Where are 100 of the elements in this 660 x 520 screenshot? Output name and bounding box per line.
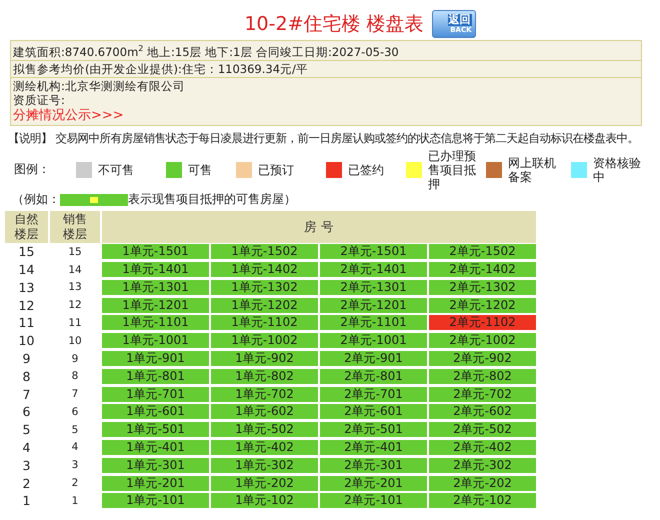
unit-cell[interactable]: 2单元-1401 (320, 262, 427, 278)
unit-cell[interactable]: 2单元-1101 (320, 315, 427, 330)
info-row: 拟售参考均价(由开发企业提供):住宅：110369.34元/平 (11, 60, 641, 78)
unit-cell[interactable]: 2单元-901 (320, 351, 427, 366)
unit-cell[interactable]: 1单元-102 (211, 493, 318, 508)
allocation-link[interactable]: 分摊情况公示>>> (13, 108, 124, 123)
unit-cell[interactable]: 2单元-501 (320, 422, 427, 438)
floor-cell-text: 5 (22, 421, 32, 439)
unit-cell[interactable]: 1单元-1401 (102, 262, 209, 278)
unit-cell[interactable]: 2单元-102 (429, 493, 536, 508)
sale-floor-cell-text: 8 (70, 369, 80, 384)
unit-cell[interactable]: 1单元-802 (211, 368, 318, 384)
unit-cell[interactable]: 1单元-801 (102, 368, 209, 384)
unit-cell[interactable]: 1单元-402 (211, 440, 318, 455)
sale-floor-cell-text: 4 (70, 440, 80, 456)
info-row: 建筑面积:8740.6700m$^{2}$ 地上:15层 地下:1层 合同竣工日期:2027-05-30 (11, 41, 641, 61)
unit-cell[interactable]: 1单元-1402 (211, 262, 318, 278)
unit-cell[interactable]: 2单元-1502 (429, 244, 536, 260)
sale-floor-cell-text: 10 (67, 334, 83, 349)
sale-floor-cell-text: 11 (67, 316, 83, 331)
unit-cell[interactable]: 1单元-901 (102, 351, 209, 366)
unit-cell[interactable]: 2单元-1302 (429, 280, 536, 295)
unit-cell[interactable]: 2单元-202 (429, 476, 536, 491)
column-header: 房 号 (102, 210, 536, 243)
sale-floor-cell-text: 5 (70, 422, 80, 438)
column-header: 自然楼层 (5, 210, 48, 243)
unit-cell[interactable]: 2单元-602 (429, 404, 536, 420)
floor-cell-text: 12 (18, 296, 36, 314)
floor-cell-text: 11 (18, 314, 36, 332)
legend-text: 已预订 (258, 162, 294, 177)
info-line: 测绘机构:北京华测测绘有限公司 (13, 78, 186, 93)
unit-cell[interactable]: 1单元-1201 (102, 298, 209, 313)
unit-cell[interactable]: 2单元-701 (320, 386, 427, 402)
unit-cell[interactable]: 2单元-301 (320, 458, 427, 473)
unit-cell[interactable]: 2单元-302 (429, 458, 536, 473)
sale-floor-cell-text: 12 (67, 298, 83, 314)
unit-cell[interactable]: 2单元-1201 (320, 298, 427, 313)
unit-cell[interactable]: 1单元-1502 (211, 244, 318, 260)
floor-cell-text: 7 (22, 386, 32, 403)
unit-cell[interactable]: 1单元-1002 (211, 333, 318, 348)
example-text: （例如： (12, 191, 60, 208)
unit-cell[interactable]: 1单元-1501 (102, 244, 209, 260)
unit-cell[interactable]: 1单元-302 (211, 458, 318, 473)
unit-cell[interactable]: 1单元-601 (102, 404, 209, 420)
legend-text: 不可售 (98, 162, 134, 177)
unit-cell[interactable]: 2单元-802 (429, 368, 536, 384)
unit-cell[interactable]: 1单元-602 (211, 404, 318, 420)
unit-cell[interactable]: 2单元-1001 (320, 333, 427, 348)
unit-cell[interactable]: 1单元-1302 (211, 280, 318, 295)
page-title: 10-2#住宅楼 楼盘表 (244, 12, 424, 36)
sale-floor-cell-text: 13 (67, 280, 83, 296)
unit-cell[interactable]: 2单元-502 (429, 422, 536, 438)
unit-cell[interactable]: 1单元-902 (211, 351, 318, 366)
unit-cell[interactable]: 1单元-701 (102, 386, 209, 402)
floor-cell-text: 4 (22, 438, 32, 456)
legend-text: 已办理预售项目抵押 (428, 148, 477, 191)
floor-cell-text: 13 (18, 278, 36, 296)
unit-cell[interactable]: 2单元-801 (320, 368, 427, 384)
unit-cell[interactable]: 1单元-1102 (211, 315, 318, 330)
unit-cell[interactable]: 1单元-1101 (102, 315, 209, 330)
sale-floor-cell-text: 15 (67, 244, 83, 260)
floor-cell-text: 6 (22, 403, 32, 421)
legend-text: 可售 (188, 162, 212, 177)
floor-cell-text: 3 (22, 456, 32, 474)
column-header: 销售楼层 (50, 210, 100, 243)
info-line: 资质证号: (13, 92, 66, 107)
unit-cell[interactable]: 2单元-101 (320, 493, 427, 508)
unit-cell[interactable]: 2单元-401 (320, 440, 427, 455)
unit-cell[interactable]: 1单元-502 (211, 422, 318, 438)
unit-cell[interactable]: 2单元-402 (429, 440, 536, 455)
unit-cell[interactable]: 1单元-201 (102, 476, 209, 491)
status-note: 【说明】 交易网中所有房屋销售状态于每日凌晨进行更新，前一日房屋认购或签约的状态信息将于第二天起自动标识在楼盘表中。 (8, 130, 640, 147)
unit-cell[interactable]: 2单元-1301 (320, 280, 427, 295)
unit-cell[interactable]: 2单元-1102 (429, 315, 536, 330)
sale-floor-cell-text: 6 (70, 404, 80, 420)
unit-cell[interactable]: 1单元-1202 (211, 298, 318, 313)
unit-cell[interactable]: 2单元-1501 (320, 244, 427, 260)
floor-cell-text: 14 (18, 261, 36, 278)
legend-text: 资格核验中 (593, 156, 642, 184)
unit-cell[interactable]: 1单元-101 (102, 493, 209, 508)
sale-floor-cell-text: 2 (70, 476, 80, 492)
unit-cell[interactable]: 1单元-401 (102, 440, 209, 455)
unit-cell[interactable]: 1单元-1301 (102, 280, 209, 295)
unit-cell[interactable]: 1单元-1001 (102, 333, 209, 348)
unit-cell[interactable]: 2单元-902 (429, 351, 536, 366)
unit-cell[interactable]: 1单元-301 (102, 458, 209, 473)
sale-floor-cell-text: 9 (70, 352, 80, 366)
unit-cell[interactable]: 1单元-202 (211, 476, 318, 491)
floor-cell-text: 9 (22, 350, 32, 368)
unit-cell[interactable]: 2单元-1202 (429, 298, 536, 313)
floor-cell-text: 1 (22, 492, 32, 510)
unit-cell[interactable]: 2单元-601 (320, 404, 427, 420)
legend-label: 图例： (13, 161, 51, 178)
unit-cell[interactable]: 1单元-501 (102, 422, 209, 438)
sale-floor-cell-text: 1 (70, 494, 80, 509)
unit-cell[interactable]: 2单元-201 (320, 476, 427, 491)
unit-cell[interactable]: 1单元-702 (211, 386, 318, 402)
unit-cell[interactable]: 2单元-1002 (429, 333, 536, 348)
unit-cell[interactable]: 2单元-1402 (429, 262, 536, 278)
unit-cell[interactable]: 2单元-702 (429, 386, 536, 402)
